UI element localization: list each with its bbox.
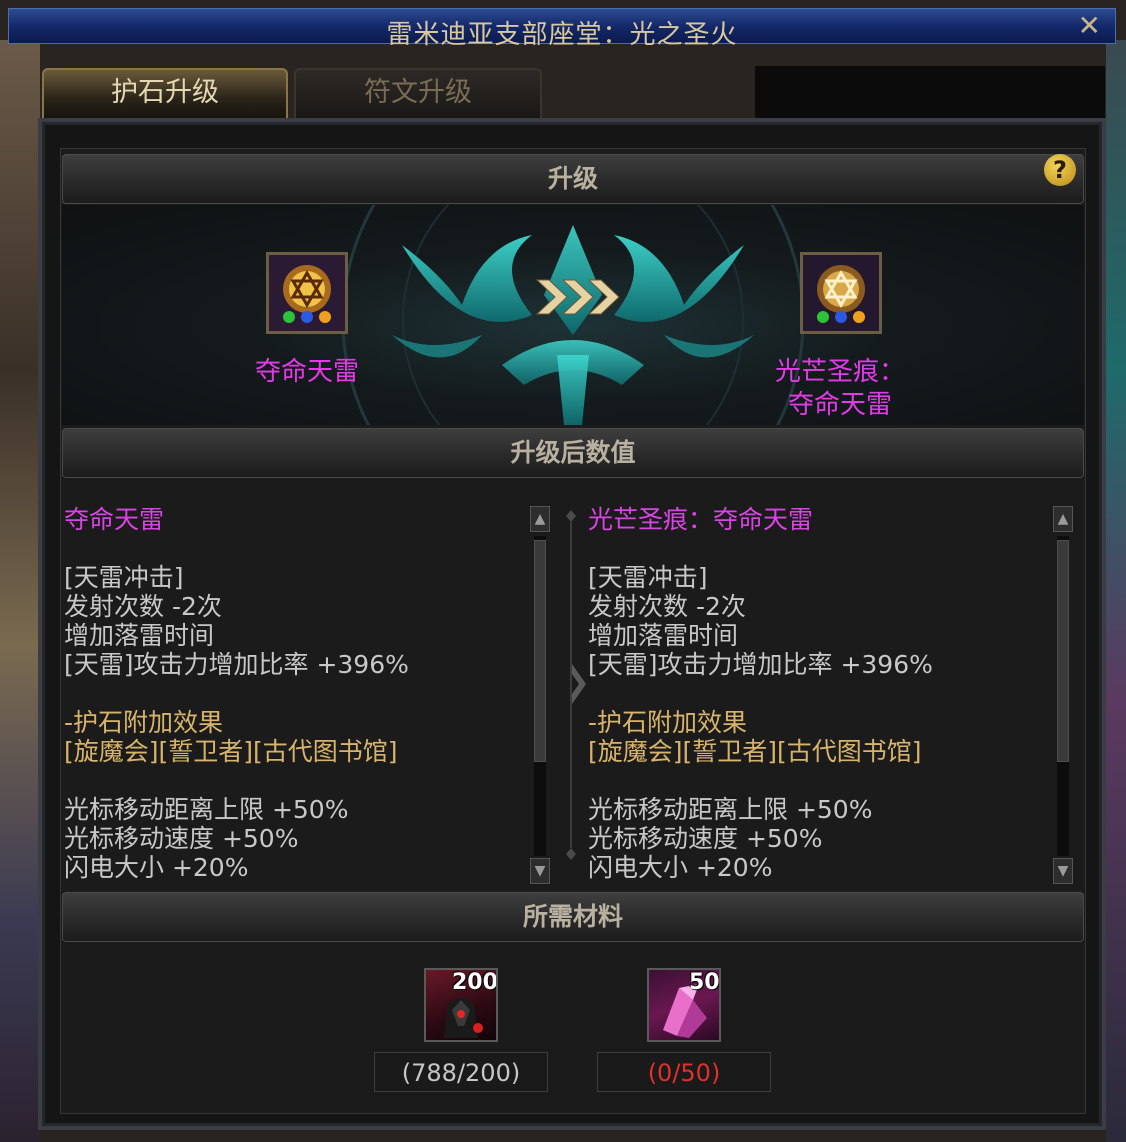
- material-icon-2[interactable]: 50: [647, 968, 721, 1042]
- material-2-owned-text: (0/50): [647, 1059, 721, 1087]
- stat-line: 光标移动距离上限 +50%: [588, 795, 873, 824]
- stat-line: 光标移动速度 +50%: [64, 824, 299, 853]
- source-talisman-name: 夺命天雷: [254, 357, 359, 387]
- upgraded-stats-panel: 光芒圣痕：夺命天雷 [天雷冲击] 发射次数 -2次 增加落雷时间 [天雷]攻击力…: [588, 505, 1028, 885]
- material-2-owned: (0/50): [597, 1052, 771, 1092]
- stat-line: [天雷冲击]: [64, 563, 184, 592]
- stat-line: 发射次数 -2次: [588, 592, 746, 621]
- scroll-up-icon[interactable]: ▲: [1053, 506, 1073, 532]
- target-talisman-icon[interactable]: [800, 252, 882, 334]
- target-talisman-name-line2: 夺命天雷: [787, 390, 892, 420]
- current-stats-scrollbar[interactable]: ▲ ▼: [530, 506, 550, 886]
- scroll-track[interactable]: [534, 536, 546, 856]
- help-icon[interactable]: ?: [1044, 154, 1076, 186]
- materials-section-header: 所需材料: [62, 892, 1084, 942]
- bonus-header: -护石附加效果: [64, 708, 224, 737]
- material-count: 50: [689, 970, 720, 995]
- stat-line: 增加落雷时间: [588, 621, 739, 650]
- chevron-right-icon: [572, 664, 586, 704]
- stat-line: 发射次数 -2次: [64, 592, 222, 621]
- scroll-track[interactable]: [1057, 536, 1069, 856]
- material-icon-1[interactable]: 200: [424, 968, 498, 1042]
- background-scene-right: [1106, 40, 1126, 1142]
- stat-line: [天雷]攻击力增加比率 +396%: [588, 650, 933, 679]
- window-title: 雷米迪亚支部座堂：光之圣火: [386, 20, 738, 50]
- stat-line: 光标移动距离上限 +50%: [64, 795, 349, 824]
- tab-rune-upgrade[interactable]: 符文升级: [294, 68, 542, 118]
- current-stats-title: 夺命天雷: [64, 505, 165, 534]
- stat-line: 闪电大小 +20%: [588, 853, 773, 882]
- material-1-owned-text: (788/200): [401, 1059, 521, 1087]
- target-talisman-name-line1: 光芒圣痕：: [774, 357, 905, 387]
- scroll-thumb[interactable]: [1057, 540, 1069, 762]
- source-talisman-icon[interactable]: [266, 252, 348, 334]
- bonus-header: -护石附加效果: [588, 708, 748, 737]
- upgrade-arrow-icon: [535, 279, 620, 315]
- scroll-thumb[interactable]: [534, 540, 546, 762]
- upgraded-stats-scrollbar[interactable]: ▲ ▼: [1053, 506, 1073, 886]
- current-stats-panel: 夺命天雷 [天雷冲击] 发射次数 -2次 增加落雷时间 [天雷]攻击力增加比率 …: [64, 505, 504, 885]
- stat-line: 增加落雷时间: [64, 621, 215, 650]
- after-values-section-header: 升级后数值: [62, 428, 1084, 478]
- material-count: 200: [452, 970, 498, 995]
- background-scene-left: [0, 40, 40, 1142]
- stat-line: 闪电大小 +20%: [64, 853, 249, 882]
- close-button[interactable]: ✕: [1078, 9, 1101, 42]
- star-talisman-icon: [803, 255, 879, 331]
- scroll-up-icon[interactable]: ▲: [530, 506, 550, 532]
- background-dark-area: [755, 66, 1105, 126]
- stat-line: 光标移动速度 +50%: [588, 824, 823, 853]
- scroll-down-icon[interactable]: ▼: [1053, 858, 1073, 884]
- scroll-down-icon[interactable]: ▼: [530, 858, 550, 884]
- bonus-sets: [旋魔会][誓卫者][古代图书馆]: [64, 737, 398, 766]
- stat-line: [天雷]攻击力增加比率 +396%: [64, 650, 409, 679]
- stat-line: [天雷冲击]: [588, 563, 708, 592]
- star-talisman-icon: [269, 255, 345, 331]
- window-titlebar[interactable]: 雷米迪亚支部座堂：光之圣火 ✕: [8, 8, 1116, 50]
- upgrade-section-header: 升级: [62, 154, 1084, 204]
- material-1-owned: (788/200): [374, 1052, 548, 1092]
- tab-talisman-upgrade[interactable]: 护石升级: [42, 68, 288, 118]
- upgraded-stats-title: 光芒圣痕：夺命天雷: [588, 505, 814, 534]
- bonus-sets: [旋魔会][誓卫者][古代图书馆]: [588, 737, 922, 766]
